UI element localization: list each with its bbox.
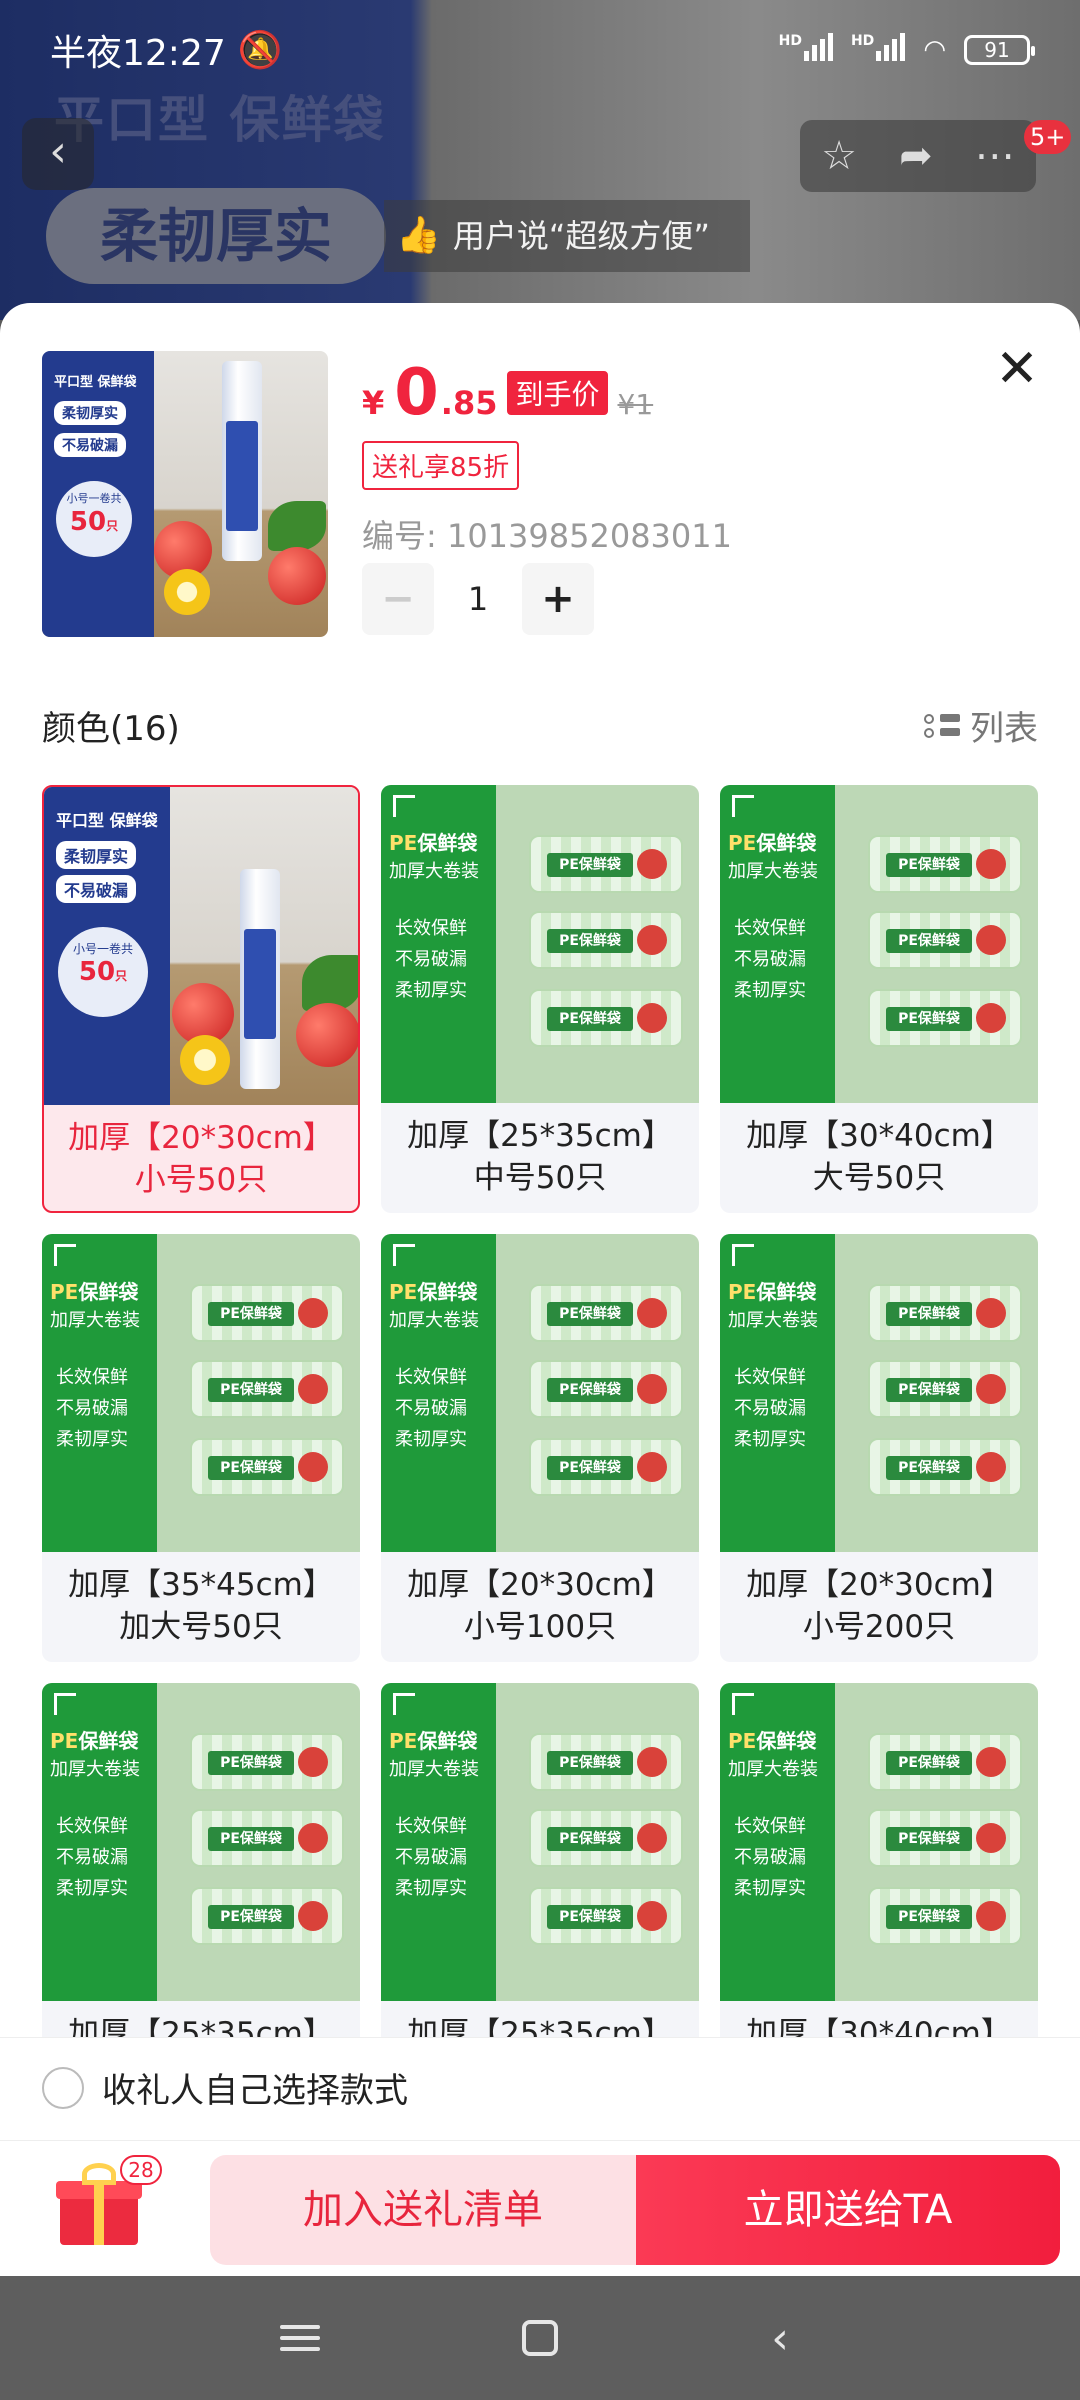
add-to-gift-list-button[interactable]: 加入送礼清单 [210,2155,636,2265]
top-actions: ☆ ➦ ⋯ [800,120,1036,192]
mute-bell-icon: 🔕 [237,30,283,71]
quantity-value: 1 [467,580,489,618]
sku-selection-sheet: 平口型 保鲜袋 柔韧厚实 不易破漏 小号一卷共 50只 ✕ ¥ 0 .85 到手… [0,303,1080,2140]
back-button[interactable]: ‹ [22,118,94,190]
recipient-choice-radio[interactable] [42,2066,84,2109]
action-footer: 28 加入送礼清单 立即送给TA [0,2140,1080,2276]
gift-list-count-badge: 28 [120,2155,162,2185]
review-hint: 👍 用户说“超级方便” [384,200,750,272]
close-icon[interactable]: ✕ [990,343,1044,397]
share-icon[interactable]: ➦ [899,133,933,179]
banner-pill: 柔韧厚实 [46,188,386,284]
sku-number: 编号: 10139852083011 [362,517,732,555]
final-price-tag: 到手价 [507,371,608,415]
color-option-card[interactable]: PE保鲜袋 加厚大卷装 长效保鲜 不易破漏 柔韧厚实 PE保鲜袋 PE保鲜袋 PE保… [381,1234,699,1662]
clock: 半夜12:27 [50,33,226,74]
list-view-icon [924,713,960,738]
option-image: PE保鲜袋 加厚大卷装 长效保鲜 不易破漏 柔韧厚实 PE保鲜袋 PE保鲜袋 PE保… [720,1683,1038,2001]
original-price: ¥1 [617,388,654,421]
menu-nav-icon[interactable] [260,2325,340,2351]
price-row: ¥ 0 .85 到手价 ¥1 [362,361,653,425]
thumbs-up-icon: 👍 [396,215,441,256]
battery-icon: 91 [964,35,1035,65]
color-option-card[interactable]: PE保鲜袋 加厚大卷装 长效保鲜 不易破漏 柔韧厚实 PE保鲜袋 PE保鲜袋 PE保… [720,1234,1038,1662]
status-bar: 半夜12:27 🔕 HD HD ◠ 91 [0,0,1080,100]
signal-icon-2: HD [851,32,906,68]
option-label: 加厚【25*35cm】 中号50只 [407,1118,673,1196]
wifi-icon: ◠ [923,35,946,65]
quantity-stepper: − 1 + [362,563,594,635]
option-image: 平口型 保鲜袋 柔韧厚实 不易破漏 小号一卷共 50只 [44,787,358,1105]
price-decimal: .85 [440,384,498,422]
option-image: PE保鲜袋 加厚大卷装 长效保鲜 不易破漏 柔韧厚实 PE保鲜袋 PE保鲜袋 PE保… [381,785,699,1103]
product-thumbnail[interactable]: 平口型 保鲜袋 柔韧厚实 不易破漏 小号一卷共 50只 [42,351,328,637]
price-integer: 0 [394,356,439,430]
option-image: PE保鲜袋 加厚大卷装 长效保鲜 不易破漏 柔韧厚实 PE保鲜袋 PE保鲜袋 PE保… [42,1683,360,2001]
color-option-card[interactable]: PE保鲜袋 加厚大卷装 长效保鲜 不易破漏 柔韧厚实 PE保鲜袋 PE保鲜袋 PE保… [381,785,699,1213]
system-navigation-bar: ‹ [0,2276,1080,2400]
color-option-card[interactable]: PE保鲜袋 加厚大卷装 长效保鲜 不易破漏 柔韧厚实 PE保鲜袋 PE保鲜袋 PE保… [720,785,1038,1213]
option-image: PE保鲜袋 加厚大卷装 长效保鲜 不易破漏 柔韧厚实 PE保鲜袋 PE保鲜袋 PE保… [720,1234,1038,1552]
home-nav-icon[interactable] [500,2320,580,2356]
list-view-toggle[interactable]: 列表 [924,701,1038,750]
option-label: 加厚【20*30cm】 小号100只 [407,1567,673,1645]
cart-badge: 5+ [1024,120,1072,154]
gift-discount-tag: 送礼享85折 [362,441,520,490]
signal-icon-1: HD [779,32,833,68]
color-grid: 平口型 保鲜袋 柔韧厚实 不易破漏 小号一卷共 50只 加厚【20*30cm】 … [42,785,1038,2111]
option-image: PE保鲜袋 加厚大卷装 长效保鲜 不易破漏 柔韧厚实 PE保鲜袋 PE保鲜袋 PE保… [42,1234,360,1552]
back-nav-icon[interactable]: ‹ [740,2313,820,2364]
option-image: PE保鲜袋 加厚大卷装 长效保鲜 不易破漏 柔韧厚实 PE保鲜袋 PE保鲜袋 PE保… [381,1683,699,2001]
favorite-star-icon[interactable]: ☆ [821,133,857,179]
option-label: 加厚【35*45cm】 加大号50只 [68,1567,334,1645]
currency-symbol: ¥ [362,384,385,422]
option-label: 加厚【20*30cm】 小号50只 [68,1120,334,1198]
option-image: PE保鲜袋 加厚大卷装 长效保鲜 不易破漏 柔韧厚实 PE保鲜袋 PE保鲜袋 PE保… [381,1234,699,1552]
option-label: 加厚【30*40cm】 大号50只 [746,1118,1012,1196]
option-label: 加厚【20*30cm】 小号200只 [746,1567,1012,1645]
color-option-card[interactable]: PE保鲜袋 加厚大卷装 长效保鲜 不易破漏 柔韧厚实 PE保鲜袋 PE保鲜袋 PE保… [42,1234,360,1662]
option-image: PE保鲜袋 加厚大卷装 长效保鲜 不易破漏 柔韧厚实 PE保鲜袋 PE保鲜袋 PE保… [720,785,1038,1103]
color-option-card[interactable]: 平口型 保鲜袋 柔韧厚实 不易破漏 小号一卷共 50只 加厚【20*30cm】 … [42,785,360,1213]
recipient-choice-row[interactable]: 收礼人自己选择款式 [0,2037,1080,2137]
increase-quantity-button[interactable]: + [522,563,594,635]
color-section-title: 颜色(16) [42,709,180,749]
more-icon[interactable]: ⋯ [975,133,1015,179]
recipient-choice-label: 收礼人自己选择款式 [102,2071,408,2111]
send-gift-now-button[interactable]: 立即送给TA [636,2155,1060,2265]
decrease-quantity-button[interactable]: − [362,563,434,635]
